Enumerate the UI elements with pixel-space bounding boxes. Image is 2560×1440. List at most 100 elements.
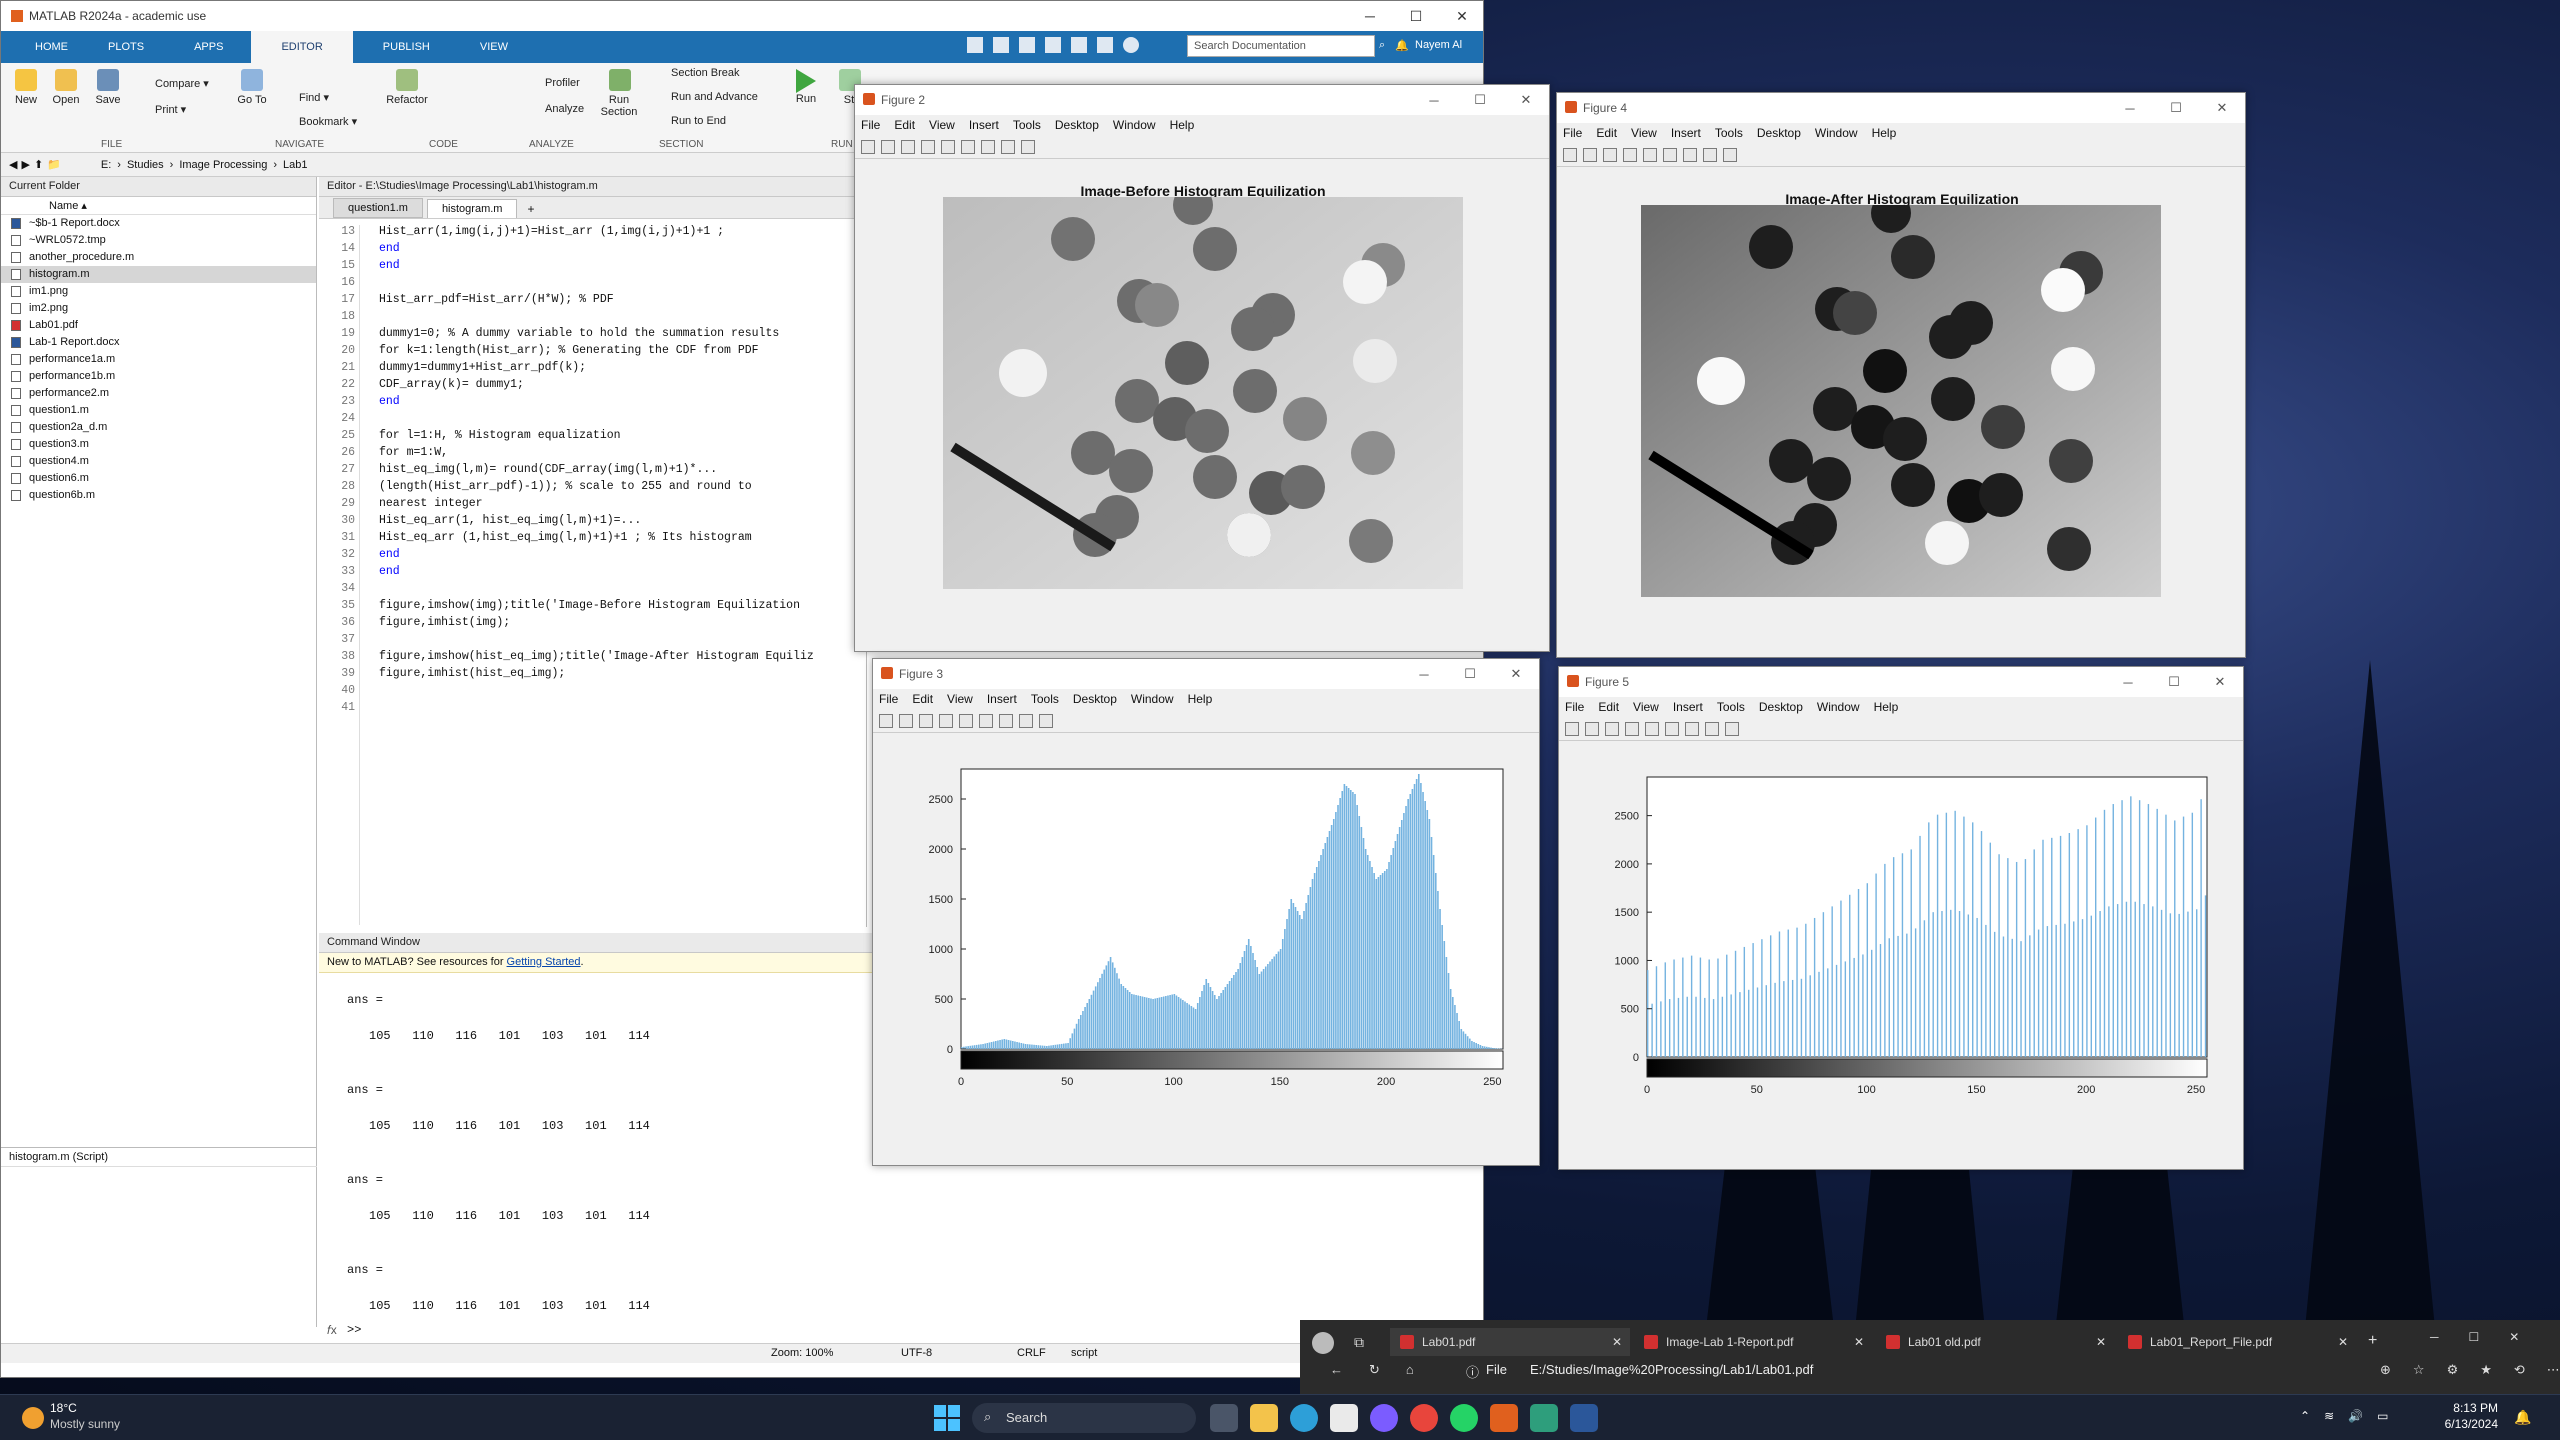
figure-menu-tools[interactable]: Tools <box>1717 700 1745 714</box>
figure-menu-window[interactable]: Window <box>1131 692 1174 706</box>
figure-menu-desktop[interactable]: Desktop <box>1759 700 1803 714</box>
undo-icon[interactable] <box>1071 37 1087 53</box>
legend-icon[interactable] <box>981 139 995 154</box>
close-icon[interactable]: ✕ <box>2509 1330 2519 1344</box>
save-button[interactable]: Save <box>93 69 123 106</box>
editor-tab-active[interactable]: histogram.m <box>426 199 518 218</box>
code-line[interactable]: hist_eq_img(l,m)= round(CDF_array(img(l,… <box>379 463 717 476</box>
refactor-button[interactable]: Refactor <box>385 69 429 106</box>
print-icon[interactable] <box>1623 147 1637 162</box>
code-line[interactable]: for m=1:W, <box>379 446 448 459</box>
close-tab-icon[interactable]: ✕ <box>1854 1335 1864 1349</box>
code-line[interactable]: figure,imhist(img); <box>379 616 510 629</box>
tab-view[interactable]: VIEW <box>460 31 528 63</box>
code-line[interactable]: end <box>379 548 400 561</box>
figure-menu-window[interactable]: Window <box>1815 126 1858 140</box>
clock-time[interactable]: 8:13 PM <box>2438 1401 2498 1415</box>
maximize-icon[interactable]: ☐ <box>2151 667 2197 697</box>
figure-menu-view[interactable]: View <box>929 118 955 132</box>
new-button[interactable]: New <box>11 69 41 106</box>
colorbar-icon[interactable] <box>1665 721 1679 736</box>
task-view-icon[interactable] <box>1210 1404 1238 1432</box>
new-tab-icon[interactable]: + <box>2368 1332 2377 1350</box>
figure-menu-insert[interactable]: Insert <box>987 692 1017 706</box>
minimize-icon[interactable]: ─ <box>2430 1330 2439 1344</box>
more-icon[interactable]: ⋯ <box>2547 1362 2560 1378</box>
legend-icon[interactable] <box>999 713 1013 728</box>
file-list-item[interactable]: question1.m <box>1 402 316 419</box>
refresh-icon[interactable]: ↻ <box>1369 1362 1380 1378</box>
figure-menu-help[interactable]: Help <box>1188 692 1213 706</box>
code-line[interactable]: end <box>379 395 400 408</box>
figure-menu-desktop[interactable]: Desktop <box>1055 118 1099 132</box>
bookmark-button[interactable]: Bookmark ▾ <box>281 115 357 128</box>
code-line[interactable]: end <box>379 565 400 578</box>
figure-menu-edit[interactable]: Edit <box>894 118 915 132</box>
run-and-advance-button[interactable]: Run and Advance <box>653 91 758 103</box>
code-line[interactable]: end <box>379 242 400 255</box>
figure-menu-edit[interactable]: Edit <box>912 692 933 706</box>
clock-date[interactable]: 6/13/2024 <box>2426 1417 2498 1431</box>
url-bar[interactable]: E:/Studies/Image%20Processing/Lab1/Lab01… <box>1530 1362 1813 1377</box>
maximize-icon[interactable]: ☐ <box>2153 93 2199 123</box>
code-line[interactable]: figure,imshow(hist_eq_img);title('Image-… <box>379 650 814 663</box>
close-icon[interactable]: ✕ <box>1439 1 1483 31</box>
new-figure-icon[interactable] <box>1565 721 1579 736</box>
address-segment[interactable]: Image Processing <box>179 159 267 171</box>
browse-folder-icon[interactable]: 📁 <box>47 158 61 171</box>
pdf-tab[interactable]: Lab01_Report_File.pdf ✕ <box>2118 1328 2356 1356</box>
up-folder-icon[interactable]: ⬆ <box>34 158 43 171</box>
close-tab-icon[interactable]: ✕ <box>1612 1335 1622 1349</box>
figure-menu-view[interactable]: View <box>1633 700 1659 714</box>
pointer-icon[interactable] <box>1705 721 1719 736</box>
start-icon[interactable] <box>934 1405 960 1431</box>
link-icon[interactable] <box>941 139 955 154</box>
code-line[interactable]: Hist_arr(1,img(i,j)+1)=Hist_arr (1,img(i… <box>379 225 724 238</box>
code-line[interactable]: for k=1:length(Hist_arr); % Generating t… <box>379 344 759 357</box>
file-list-item[interactable]: question2a_d.m <box>1 419 316 436</box>
file-list-item[interactable]: im2.png <box>1 300 316 317</box>
property-editor-icon[interactable] <box>1725 721 1739 736</box>
link-icon[interactable] <box>959 713 973 728</box>
save-icon[interactable] <box>1605 721 1619 736</box>
property-editor-icon[interactable] <box>1039 713 1053 728</box>
colorbar-icon[interactable] <box>961 139 975 154</box>
notepad-icon[interactable] <box>1530 1404 1558 1432</box>
open-icon[interactable] <box>1583 147 1597 162</box>
file-list-item[interactable]: ~WRL0572.tmp <box>1 232 316 249</box>
file-list-item[interactable]: question4.m <box>1 453 316 470</box>
name-column-header[interactable]: Name ▴ <box>1 197 316 215</box>
file-list-item[interactable]: performance1a.m <box>1 351 316 368</box>
whatsapp-icon[interactable] <box>1450 1404 1478 1432</box>
messenger-icon[interactable] <box>1370 1404 1398 1432</box>
profile-avatar[interactable] <box>1312 1332 1334 1354</box>
find-button[interactable]: Find ▾ <box>281 91 329 104</box>
figure-menu-desktop[interactable]: Desktop <box>1757 126 1801 140</box>
figure-menu-help[interactable]: Help <box>1874 700 1899 714</box>
pointer-icon[interactable] <box>1001 139 1015 154</box>
close-icon[interactable]: ✕ <box>2197 667 2243 697</box>
save-icon[interactable] <box>901 139 915 154</box>
tab-actions-icon[interactable]: ⧉ <box>1354 1334 1364 1351</box>
figure-menu-tools[interactable]: Tools <box>1013 118 1041 132</box>
code-line[interactable]: dummy1=0; % A dummy variable to hold the… <box>379 327 779 340</box>
figure-menu-insert[interactable]: Insert <box>1671 126 1701 140</box>
maximize-icon[interactable]: ☐ <box>1447 659 1493 689</box>
cut-icon[interactable] <box>993 37 1009 53</box>
notification-icon[interactable]: 🔔 <box>2514 1409 2531 1426</box>
matlab-icon[interactable] <box>1490 1404 1518 1432</box>
section-break-button[interactable]: Section Break <box>653 67 739 79</box>
close-tab-icon[interactable]: ✕ <box>2096 1335 2106 1349</box>
forward-icon[interactable]: ▶ <box>21 158 29 171</box>
file-list-item[interactable]: another_procedure.m <box>1 249 316 266</box>
figure-menu-file[interactable]: File <box>861 118 880 132</box>
wifi-icon[interactable]: ≋ <box>2324 1409 2334 1423</box>
compare-button[interactable]: Compare ▾ <box>135 77 209 90</box>
code-line[interactable]: end <box>379 259 400 272</box>
open-icon[interactable] <box>1585 721 1599 736</box>
pdf-tab[interactable]: Lab01.pdf ✕ <box>1390 1328 1630 1356</box>
back-icon[interactable]: ◀ <box>9 158 17 171</box>
code-line[interactable]: dummy1=dummy1+Hist_arr_pdf(k); <box>379 361 586 374</box>
minimize-icon[interactable]: ─ <box>1411 85 1457 115</box>
legend-icon[interactable] <box>1683 147 1697 162</box>
